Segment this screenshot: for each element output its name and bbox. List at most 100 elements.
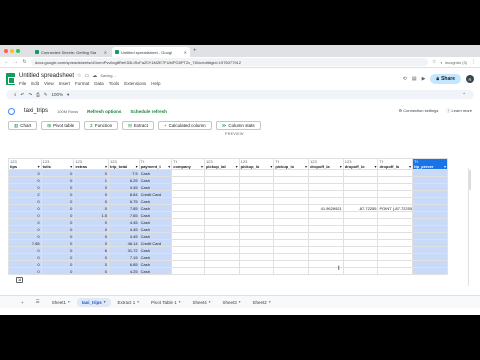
chevron-down-icon[interactable]: ▾ <box>105 164 107 169</box>
chevron-down-icon[interactable]: ▾ <box>104 300 106 304</box>
more-menu-icon[interactable]: ⋮ <box>471 59 476 65</box>
table-cell[interactable]: Cash <box>138 267 173 275</box>
chevron-down-icon[interactable]: ▾ <box>209 300 211 304</box>
table-cell[interactable]: 2 <box>8 190 42 198</box>
table-cell[interactable] <box>308 169 344 177</box>
table-cell[interactable]: 1.5 <box>73 211 110 219</box>
table-cell[interactable] <box>377 225 414 233</box>
table-cell[interactable] <box>308 197 344 205</box>
menu-data[interactable]: Data <box>94 81 104 86</box>
table-cell[interactable] <box>308 176 344 184</box>
table-cell[interactable] <box>171 267 205 275</box>
column-header[interactable]: Tt payment_t ▾ <box>138 158 173 170</box>
close-window-button[interactable] <box>4 49 8 53</box>
table-cell[interactable] <box>203 239 240 247</box>
table-cell[interactable] <box>171 232 205 240</box>
browser-tab-connected-sheets[interactable]: Connected Sheets: Getting Sta ✕ <box>32 47 110 57</box>
sheet-tab[interactable]: Sheet2 ▾ <box>248 298 276 307</box>
table-cell[interactable]: 0 <box>73 267 110 275</box>
chevron-down-icon[interactable]: ▾ <box>340 164 342 169</box>
extract-button[interactable]: ⊟ Extract <box>122 121 154 130</box>
table-cell[interactable]: Cash <box>138 232 173 240</box>
table-cell[interactable] <box>238 176 275 184</box>
column-header[interactable]: Tt company ▾ <box>171 158 205 170</box>
explore-handle-icon[interactable]: ⇲ <box>16 277 23 283</box>
table-cell[interactable] <box>171 176 205 184</box>
back-icon[interactable]: ← <box>4 59 9 65</box>
table-cell[interactable] <box>377 183 414 191</box>
table-cell[interactable] <box>238 239 275 247</box>
table-cell[interactable] <box>412 267 448 275</box>
table-cell[interactable] <box>238 211 275 219</box>
table-cell[interactable] <box>377 190 414 198</box>
table-cell[interactable] <box>203 260 240 268</box>
chevron-down-icon[interactable]: ▾ <box>305 164 307 169</box>
chevron-down-icon[interactable]: ▾ <box>444 164 446 169</box>
meet-icon[interactable]: ▶ <box>422 76 426 82</box>
table-cell[interactable] <box>342 176 379 184</box>
new-tab-icon[interactable]: + <box>193 48 197 54</box>
column-header[interactable]: 123 pickup_lat ▾ <box>203 158 240 170</box>
table-cell[interactable]: 0 <box>8 197 42 205</box>
table-cell[interactable] <box>171 239 205 247</box>
table-cell[interactable] <box>171 190 205 198</box>
table-cell[interactable] <box>171 183 205 191</box>
table-cell[interactable]: 0 <box>8 225 42 233</box>
learn-more-link[interactable]: ⓘ Learn more <box>446 108 472 114</box>
table-cell[interactable] <box>308 218 344 226</box>
star-icon[interactable]: ☆ <box>77 73 81 79</box>
table-cell[interactable] <box>238 267 275 275</box>
scrollbar-thumb[interactable] <box>469 170 471 190</box>
table-cell[interactable] <box>342 246 379 254</box>
table-cell[interactable] <box>308 246 344 254</box>
menu-file[interactable]: File <box>19 81 26 86</box>
table-cell[interactable]: 0 <box>73 218 110 226</box>
star-icon[interactable]: ☆ <box>432 59 436 65</box>
table-cell[interactable]: Credit Card <box>138 239 173 247</box>
table-cell[interactable]: Cash <box>138 176 173 184</box>
table-cell[interactable] <box>238 197 275 205</box>
table-cell[interactable]: 6.85 <box>108 260 140 268</box>
zoom-select[interactable]: 100% <box>51 92 63 97</box>
table-cell[interactable] <box>273 169 310 177</box>
table-cell[interactable]: 3 <box>8 169 42 177</box>
table-cell[interactable]: 0 <box>8 260 42 268</box>
table-cell[interactable] <box>308 253 344 261</box>
table-cell[interactable] <box>342 225 379 233</box>
table-cell[interactable] <box>273 253 310 261</box>
table-cell[interactable] <box>273 232 310 240</box>
table-cell[interactable]: POINT (-87.7225561900 41.96261 <box>377 204 414 212</box>
table-cell[interactable] <box>203 176 240 184</box>
sheet-tab[interactable]: Extract 1 ▾ <box>113 298 145 307</box>
table-cell[interactable] <box>412 183 448 191</box>
chevron-down-icon[interactable]: ▾ <box>168 164 170 169</box>
table-cell[interactable] <box>342 260 379 268</box>
table-cell[interactable] <box>412 176 448 184</box>
sheet-tab[interactable]: Sheet3 ▾ <box>218 298 246 307</box>
chevron-down-icon[interactable]: ▾ <box>70 164 72 169</box>
table-cell[interactable]: Credit Card <box>138 190 173 198</box>
chevron-down-icon[interactable]: ▾ <box>269 300 271 304</box>
avatar[interactable]: R <box>466 75 474 83</box>
table-cell[interactable] <box>412 218 448 226</box>
add-sheet-icon[interactable]: + <box>16 298 29 307</box>
table-cell[interactable]: 0 <box>73 190 110 198</box>
table-cell[interactable] <box>238 232 275 240</box>
connection-settings-button[interactable]: ⚙ Connection settings <box>399 108 439 114</box>
table-cell[interactable] <box>203 204 240 212</box>
table-cell[interactable]: 0 <box>73 183 110 191</box>
table-cell[interactable] <box>273 190 310 198</box>
table-cell[interactable] <box>238 225 275 233</box>
table-cell[interactable] <box>412 197 448 205</box>
maximize-window-button[interactable] <box>16 49 20 53</box>
close-tab-icon[interactable]: ✕ <box>184 50 187 55</box>
table-cell[interactable] <box>273 211 310 219</box>
table-cell[interactable] <box>377 197 414 205</box>
table-cell[interactable]: Cash <box>138 183 173 191</box>
sheet-tab[interactable]: taxi_trips ▾ <box>76 297 111 307</box>
redo-icon[interactable]: ↷ <box>28 92 32 98</box>
chevron-down-icon[interactable]: ▾ <box>68 300 70 304</box>
menu-edit[interactable]: Edit <box>31 81 39 86</box>
table-cell[interactable] <box>308 183 344 191</box>
table-cell[interactable]: 0 <box>8 176 42 184</box>
